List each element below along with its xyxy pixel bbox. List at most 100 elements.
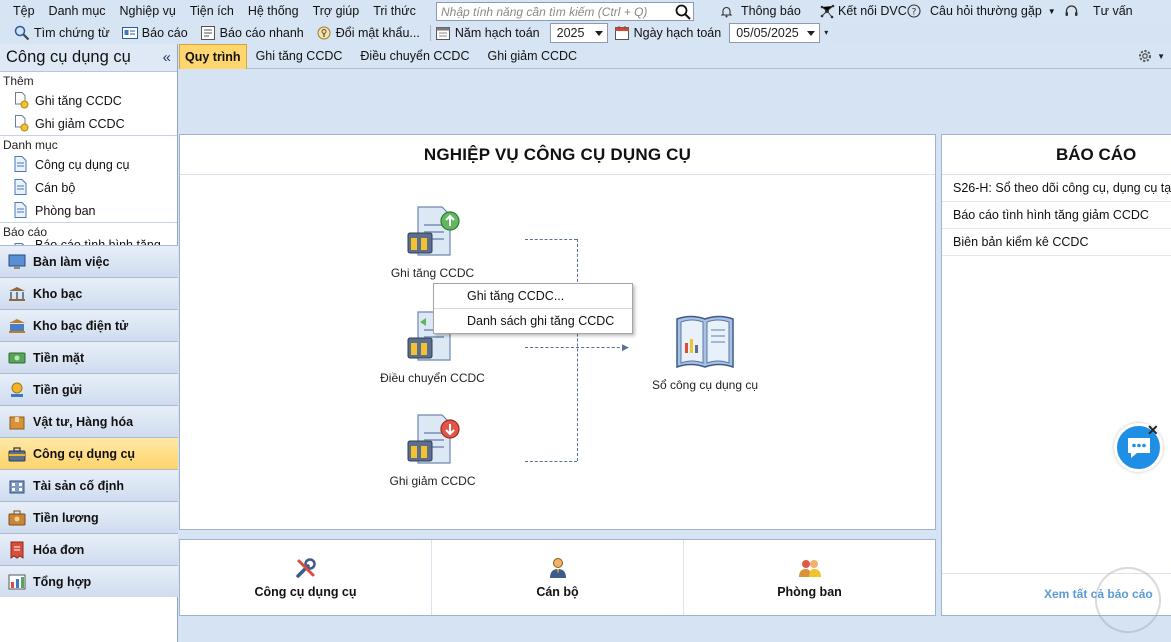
decrease-label: Ghi giảm CCDC [389,474,476,488]
increase-label: Ghi tăng CCDC [390,266,475,280]
feature-search-input[interactable] [437,3,673,20]
calendar-icon [614,25,630,41]
decrease-node[interactable]: Ghi giảm CCDC [360,413,505,488]
chevron-down-icon [594,31,603,36]
menu-catalog[interactable]: Danh mục [42,4,113,18]
tab-bar: Quy trình Ghi tăng CCDC Điều chuyển CCDC… [179,43,1171,69]
fiscal-year-select[interactable]: 2025 [549,23,608,43]
sidebar-title: Công cụ dụng cụ [6,48,131,66]
search-icon[interactable] [675,4,691,23]
connect-dvc-button[interactable]: Kết nối DVC [820,0,907,22]
menu-help[interactable]: Trợ giúp [306,4,367,18]
shortcut-staff[interactable]: Cán bộ [431,540,683,615]
svg-text:?: ? [912,8,917,18]
shortcut-department[interactable]: Phòng ban [683,540,935,615]
menu-item-increase-list[interactable]: Danh sách ghi tăng CCDC [434,308,632,332]
connect-dvc-label: Kết nối DVC [838,4,907,18]
cash-icon [8,349,26,367]
menu-operations[interactable]: Nghiệp vụ [113,4,183,18]
posting-date-picker[interactable]: 05/05/2025 [729,23,821,43]
quick-report-label: Báo cáo nhanh [219,26,304,40]
menu-knowledge[interactable]: Tri thức [366,4,423,18]
nav-summary[interactable]: Tổng hợp [0,565,178,597]
document-add-icon [14,92,29,109]
sidebar-item-decrease[interactable]: Ghi giảm CCDC [0,112,177,135]
shortcut-label: Phòng ban [777,584,842,599]
nav-materials[interactable]: Vật tư, Hàng hóa [0,405,178,437]
menu-item-increase[interactable]: Ghi tăng CCDC... [434,284,632,308]
nav-label: Kho bạc điện tử [33,318,129,333]
module-nav: Bàn làm việc Kho bạc Kho bạc điện tử Tiề… [0,245,178,597]
nav-cash[interactable]: Tiền mặt [0,341,178,373]
nav-desk[interactable]: Bàn làm việc [0,245,178,277]
nav-label: Hóa đơn [33,542,85,557]
nav-label: Tổng hợp [33,574,92,589]
sidebar-item-label: Ghi giảm CCDC [35,116,125,131]
toolbar-overflow-icon[interactable]: ▾ [824,29,828,37]
nav-label: Tiền mặt [33,350,85,365]
settings-button[interactable]: ▼ [1137,48,1165,64]
sidebar-item-tools[interactable]: Công cụ dụng cụ [0,153,177,176]
tab-decrease[interactable]: Ghi giảm CCDC [478,44,586,69]
sidebar-item-department[interactable]: Phòng ban [0,199,177,222]
nav-invoice[interactable]: Hóa đơn [0,533,178,565]
nav-label: Công cụ dụng cụ [33,446,136,461]
collapse-sidebar-icon[interactable]: « [163,49,171,66]
report-item[interactable]: Báo cáo tình hình tăng giảm CCDC [942,202,1171,229]
notification-button[interactable]: Thông báo [720,0,801,22]
find-voucher-label: Tìm chứng từ [34,26,110,40]
report-icon [121,25,138,41]
consult-label: Tư vấn [1093,4,1133,18]
process-title: NGHIỆP VỤ CÔNG CỤ DỤNG CỤ [180,135,935,175]
report-item[interactable]: S26-H: Sổ theo dõi công cụ, dụng cụ tại … [942,175,1171,202]
shortcut-tools[interactable]: Công cụ dụng cụ [180,540,431,615]
notification-label: Thông báo [741,4,801,18]
headset-icon [1064,4,1079,19]
nav-tools[interactable]: Công cụ dụng cụ [0,437,178,469]
document-icon [14,202,29,219]
nav-deposit[interactable]: Tiền gửi [0,373,178,405]
nav-fixed-assets[interactable]: Tài sản cố định [0,469,178,501]
key-icon [316,25,332,41]
toolbar: Tìm chứng từ Báo cáo Báo cáo nhanh Đổi m… [0,22,831,44]
nav-treasury[interactable]: Kho bạc [0,277,178,309]
book-icon [674,313,736,374]
magnifier-icon [14,25,30,41]
consult-button[interactable]: Tư vấn [1093,0,1133,22]
connector-line [525,239,577,240]
faq-label: Câu hỏi thường gặp [930,4,1042,18]
posting-date-value: 05/05/2025 [736,26,799,40]
sidebar-item-increase[interactable]: Ghi tăng CCDC [0,89,177,112]
find-voucher-button[interactable]: Tìm chứng từ [0,23,116,43]
feature-search [436,2,694,21]
document-icon [14,156,29,173]
increase-node[interactable]: Ghi tăng CCDC [360,205,505,280]
building-icon [8,477,26,495]
person-icon [547,557,569,579]
nav-label: Tiền gửi [33,382,83,397]
menu-system[interactable]: Hệ thống [241,4,306,18]
bank-icon [8,285,26,303]
report-item[interactable]: Biên bản kiểm kê CCDC [942,229,1171,256]
tab-transfer[interactable]: Điều chuyển CCDC [351,44,478,69]
report-button[interactable]: Báo cáo [116,23,194,43]
group-label-add: Thêm [3,74,34,88]
nav-payroll[interactable]: Tiền lương [0,501,178,533]
close-icon[interactable]: ✕ [1147,422,1159,439]
sidebar-item-staff[interactable]: Cán bộ [0,176,177,199]
group-icon [798,557,822,579]
tab-process[interactable]: Quy trình [179,43,247,69]
bell-icon [720,5,733,18]
sidebar-item-label: Ghi tăng CCDC [35,93,122,108]
change-password-button[interactable]: Đổi mật khẩu... [310,23,426,43]
ledger-node[interactable]: Sổ công cụ dụng cụ [635,313,775,392]
nav-e-treasury[interactable]: Kho bạc điện tử [0,309,178,341]
menu-file[interactable]: Tệp [0,4,42,18]
catalog-shortcuts: Công cụ dụng cụ Cán bộ Phòng ban [179,539,936,616]
connector-line [525,347,625,348]
e-bank-icon [8,317,26,335]
faq-button[interactable]: ? Câu hỏi thường gặp ▼ [907,0,1079,22]
quick-report-button[interactable]: Báo cáo nhanh [194,23,310,43]
menu-utilities[interactable]: Tiện ích [183,4,241,18]
tab-increase[interactable]: Ghi tăng CCDC [247,44,352,69]
